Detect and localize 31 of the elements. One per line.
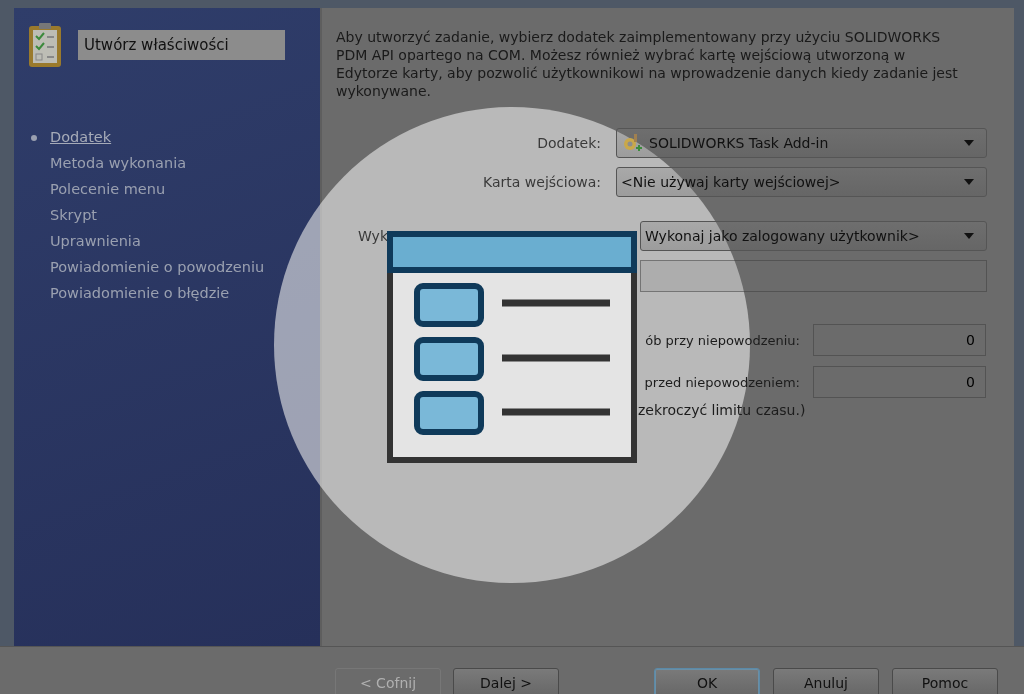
dropdown-arrow-icon	[964, 179, 974, 185]
clipboard-icon	[28, 22, 62, 68]
number-field[interactable]: 0	[813, 366, 986, 398]
step-link[interactable]: Uprawnienia	[50, 233, 141, 249]
step-link[interactable]: Skrypt	[50, 207, 98, 223]
dialog-button[interactable]: Anuluj	[773, 668, 879, 694]
title-field: Utwórz właściwości	[78, 30, 285, 60]
dropdown[interactable]: Wykonaj jako zalogowany użytkownik>	[640, 221, 987, 251]
dropdown[interactable]: <Nie używaj karty wejściowej>	[616, 167, 987, 197]
dropdown[interactable]: SOLIDWORKS Task Add-in	[616, 128, 987, 158]
step-link[interactable]: Powiadomienie o powodzeniu	[50, 259, 265, 275]
step-link[interactable]: Polecenie menu	[50, 181, 166, 197]
field-label: Dodatek:	[536, 135, 601, 151]
description-text: Aby utworzyć zadanie, wybierz dodatek zaimplementowany przy użyciu SOLIDWORKS PDM API opartego na COM. Możesz również wybrać kartę wejściową utworzoną w Edytorze karty, aby pozwolić użytkownikowi na wprowadzenie danych kiedy zadanie jest wykonywane.	[336, 28, 959, 100]
dialog-button[interactable]: Pomoc	[892, 668, 998, 694]
step-link[interactable]: Dodatek	[50, 129, 112, 145]
field-label: ób przy niepowodzeniu:	[644, 332, 800, 348]
note-text: zekroczyć limitu czasu.)	[638, 402, 806, 418]
dialog-button[interactable]: OK	[654, 668, 760, 694]
field-label: Karta wejściowa:	[482, 174, 601, 190]
number-field[interactable]: 0	[813, 324, 986, 356]
dropdown-arrow-icon	[964, 233, 974, 239]
step-link[interactable]: Metoda wykonania	[50, 155, 187, 171]
form-icon	[387, 231, 637, 463]
step-link[interactable]: Powiadomienie o błędzie	[50, 285, 230, 301]
field-label: przed niepowodzeniem:	[643, 374, 800, 390]
dialog-button[interactable]: Dalej >	[453, 668, 559, 694]
text-field[interactable]	[640, 260, 987, 292]
dropdown-arrow-icon	[964, 140, 974, 146]
addin-icon	[621, 132, 643, 154]
field-label: Wyk	[357, 228, 389, 244]
